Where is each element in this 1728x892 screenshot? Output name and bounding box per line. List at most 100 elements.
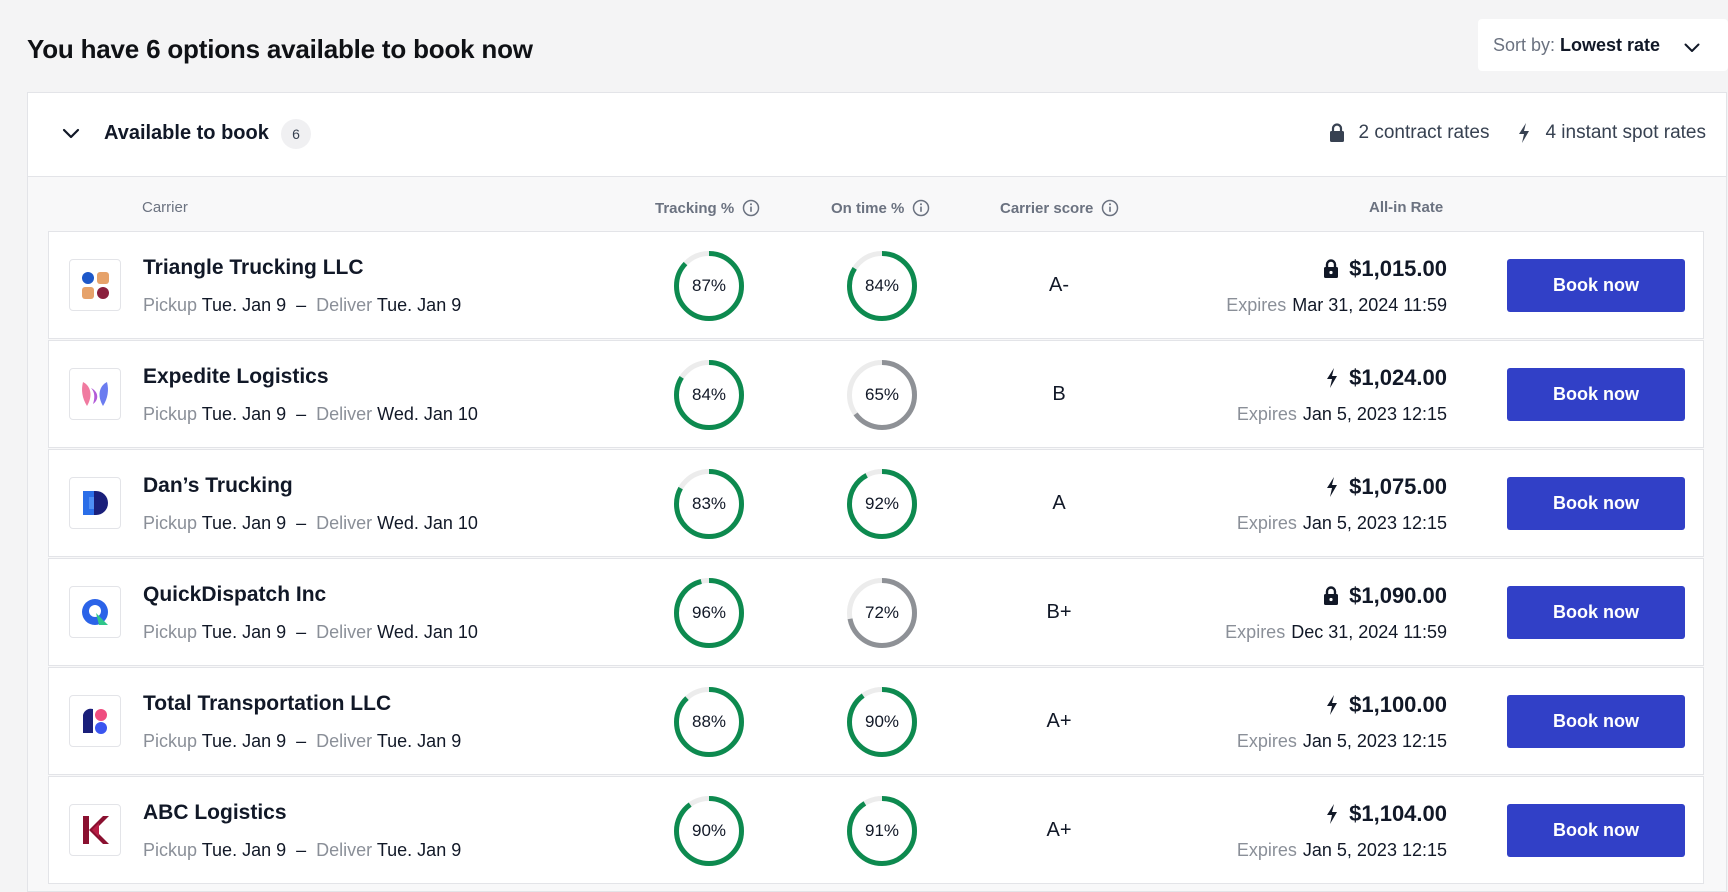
bolt-icon xyxy=(1327,804,1338,824)
table-row[interactable]: ABC Logistics Pickup Tue. Jan 9– Deliver … xyxy=(48,776,1704,884)
expires-label: Expires xyxy=(1236,404,1297,424)
carrier-logo xyxy=(69,477,121,529)
book-now-button[interactable]: Book now xyxy=(1507,804,1685,857)
info-icon[interactable] xyxy=(1101,199,1119,217)
rate-value: $1,075.00 xyxy=(1349,474,1447,499)
pickup-label: Pickup xyxy=(143,731,198,751)
col-carrier: Carrier xyxy=(142,199,188,216)
col-rate: All-in Rate xyxy=(1369,199,1444,216)
rate-expiry: Expires Jan 5, 2023 12:15 xyxy=(1237,840,1447,861)
table-row[interactable]: Expedite Logistics Pickup Tue. Jan 9– Del… xyxy=(48,340,1704,448)
book-now-button[interactable]: Book now xyxy=(1507,586,1685,639)
pickup-date: Tue. Jan 9 xyxy=(201,404,287,424)
carrier-logo xyxy=(69,368,121,420)
pickup-date: Tue. Jan 9 xyxy=(201,622,287,642)
deliver-date: Tue. Jan 9 xyxy=(376,731,462,751)
expires-label: Expires xyxy=(1236,731,1297,751)
book-now-button[interactable]: Book now xyxy=(1507,695,1685,748)
bolt-icon xyxy=(1327,368,1338,388)
page-title: You have 6 options available to book now xyxy=(27,34,533,64)
info-icon[interactable] xyxy=(742,199,760,217)
expires-value: Dec 31, 2024 11:59 xyxy=(1291,622,1447,642)
on-time-ring: 91% xyxy=(847,796,917,866)
deliver-label: Deliver xyxy=(316,513,373,533)
col-on-time: On time % xyxy=(831,199,930,217)
table-row[interactable]: Total Transportation LLC Pickup Tue. Jan… xyxy=(48,667,1704,775)
rate-expiry: Expires Jan 5, 2023 12:15 xyxy=(1237,404,1447,425)
carrier-score: A xyxy=(1052,492,1066,514)
all-in-rate: $1,100.00 xyxy=(1325,692,1447,718)
tracking-percent: 90% xyxy=(691,821,727,840)
expires-value: Jan 5, 2023 12:15 xyxy=(1302,840,1447,860)
collapse-chevron-icon[interactable] xyxy=(62,123,80,150)
carrier-name: Triangle Trucking LLC xyxy=(143,256,364,279)
deliver-date: Wed. Jan 10 xyxy=(377,404,478,424)
all-in-rate: $1,015.00 xyxy=(1323,256,1447,282)
on-time-percent: 92% xyxy=(864,494,900,513)
date-dash: – xyxy=(296,295,307,315)
carrier-logo xyxy=(69,695,121,747)
table-row[interactable]: Dan’s Trucking Pickup Tue. Jan 9– Deliver… xyxy=(48,449,1704,557)
carrier-score: B+ xyxy=(1046,601,1072,623)
pickup-date: Tue. Jan 9 xyxy=(201,513,287,533)
deliver-date: Tue. Jan 9 xyxy=(376,295,462,315)
tracking-percent: 87% xyxy=(691,276,727,295)
carrier-list: Triangle Trucking LLC Pickup Tue. Jan 9–… xyxy=(48,231,1704,885)
contract-rates-text: 2 contract rates xyxy=(1358,122,1490,143)
on-time-ring: 72% xyxy=(847,578,917,648)
pickup-deliver-dates: Pickup Tue. Jan 9– Deliver Wed. Jan 10 xyxy=(143,404,478,425)
pickup-date: Tue. Jan 9 xyxy=(201,840,287,860)
col-on-time-label: On time % xyxy=(831,199,905,217)
col-tracking-label: Tracking % xyxy=(655,199,735,217)
carrier-score: A+ xyxy=(1046,819,1072,841)
carrier-score: A- xyxy=(1049,274,1069,296)
carrier-score: A+ xyxy=(1046,710,1072,732)
pickup-label: Pickup xyxy=(143,840,198,860)
tracking-ring: 84% xyxy=(674,360,744,430)
pickup-label: Pickup xyxy=(143,513,198,533)
table-row[interactable]: Triangle Trucking LLC Pickup Tue. Jan 9 –… xyxy=(48,231,1704,339)
rate-value: $1,015.00 xyxy=(1349,256,1447,281)
col-score: Carrier score xyxy=(1000,199,1119,217)
info-icon[interactable] xyxy=(912,199,930,217)
tracking-percent: 83% xyxy=(691,494,727,513)
bolt-icon xyxy=(1327,477,1338,497)
on-time-percent: 72% xyxy=(864,603,900,622)
tracking-ring: 83% xyxy=(674,469,744,539)
deliver-label: Deliver xyxy=(316,840,373,860)
table-row[interactable]: QuickDispatch Inc Pickup Tue. Jan 9– Deli… xyxy=(48,558,1704,666)
all-in-rate: $1,104.00 xyxy=(1325,801,1447,827)
bolt-icon xyxy=(1519,123,1530,143)
carrier-name: Total Transportation LLC xyxy=(143,692,392,715)
tracking-ring: 90% xyxy=(674,796,744,866)
pickup-deliver-dates: Pickup Tue. Jan 9– Deliver Tue. Jan 9 xyxy=(143,840,461,861)
carrier-logo xyxy=(69,586,121,638)
expires-value: Jan 5, 2023 12:15 xyxy=(1302,404,1447,424)
date-dash: – xyxy=(296,731,307,751)
lock-icon xyxy=(1324,586,1339,605)
on-time-ring: 84% xyxy=(847,251,917,321)
carrier-logo xyxy=(69,804,121,856)
expires-label: Expires xyxy=(1236,840,1297,860)
expires-value: Mar 31, 2024 11:59 xyxy=(1292,295,1447,315)
deliver-date: Tue. Jan 9 xyxy=(376,840,462,860)
carrier-name: QuickDispatch Inc xyxy=(143,583,327,606)
on-time-percent: 65% xyxy=(864,385,900,404)
sort-value: Lowest rate xyxy=(1560,34,1661,55)
carrier-name: Expedite Logistics xyxy=(143,365,329,388)
expires-label: Expires xyxy=(1226,295,1287,315)
deliver-label: Deliver xyxy=(316,295,373,315)
pickup-date: Tue. Jan 9 xyxy=(201,731,287,751)
date-dash: – xyxy=(296,404,307,424)
carrier-score: B xyxy=(1052,383,1066,405)
pickup-label: Pickup xyxy=(143,295,198,315)
sort-dropdown[interactable]: Sort by: Lowest rate xyxy=(1478,19,1728,71)
tracking-percent: 84% xyxy=(691,385,727,404)
deliver-date: Wed. Jan 10 xyxy=(377,513,478,533)
pickup-label: Pickup xyxy=(143,622,198,642)
expires-value: Jan 5, 2023 12:15 xyxy=(1302,513,1447,533)
book-now-button[interactable]: Book now xyxy=(1507,259,1685,312)
spot-rates-summary: 4 instant spot rates xyxy=(1517,122,1706,144)
book-now-button[interactable]: Book now xyxy=(1507,368,1685,421)
book-now-button[interactable]: Book now xyxy=(1507,477,1685,530)
